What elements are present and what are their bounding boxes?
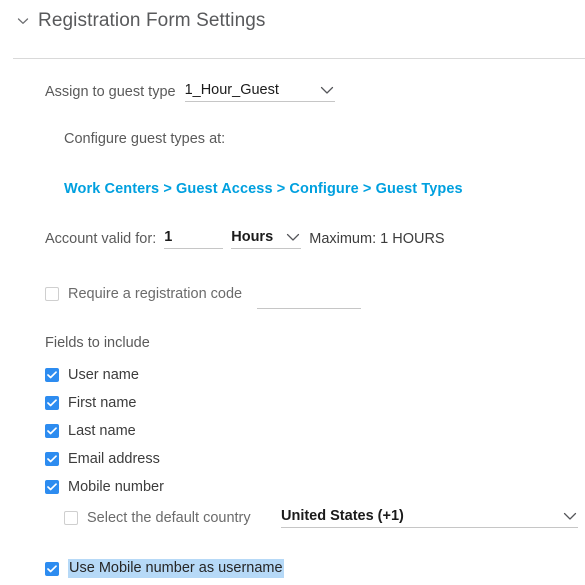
field-checkbox-last-name[interactable]: Last name xyxy=(45,423,136,439)
checkbox-checked-icon[interactable] xyxy=(45,480,59,494)
assign-guest-type-label: Assign to guest type xyxy=(45,84,176,100)
require-registration-code-row[interactable]: Require a registration code xyxy=(45,286,242,302)
field-label: Last name xyxy=(68,423,136,439)
require-registration-code-checkbox[interactable] xyxy=(45,287,59,301)
require-registration-code-label: Require a registration code xyxy=(68,286,243,302)
use-mobile-as-username-label: Use Mobile number as username xyxy=(68,559,284,578)
chevron-down-icon xyxy=(285,232,301,242)
field-label: User name xyxy=(68,367,139,383)
registration-form-settings-body: Assign to guest type 1_Hour_Guest Config… xyxy=(0,58,585,585)
checkbox-checked-icon[interactable] xyxy=(45,368,59,382)
select-default-country-row[interactable]: Select the default country xyxy=(64,510,251,526)
account-valid-row: Account valid for: Hours Maximum: 1 HOUR… xyxy=(45,229,445,249)
default-country-select[interactable]: United States (+1) xyxy=(281,508,578,528)
breadcrumb[interactable]: Work Centers > Guest Access > Configure … xyxy=(64,181,463,197)
guest-type-value: 1_Hour_Guest xyxy=(184,82,279,98)
field-checkbox-mobile-number[interactable]: Mobile number xyxy=(45,479,164,495)
select-default-country-label: Select the default country xyxy=(87,510,251,526)
chevron-down-icon[interactable] xyxy=(14,12,32,30)
field-checkbox-email-address[interactable]: Email address xyxy=(45,451,160,467)
field-label: Mobile number xyxy=(68,479,164,495)
assign-guest-type-row: Assign to guest type 1_Hour_Guest xyxy=(45,82,335,102)
configure-hint-row: Configure guest types at: xyxy=(64,131,225,147)
registration-code-input[interactable] xyxy=(257,289,361,309)
use-mobile-as-username-row[interactable]: Use Mobile number as username xyxy=(45,559,284,578)
checkbox-checked-icon[interactable] xyxy=(45,396,59,410)
default-country-value: United States (+1) xyxy=(281,508,404,524)
account-valid-unit-select[interactable]: Hours xyxy=(231,229,302,249)
field-checkbox-user-name[interactable]: User name xyxy=(45,367,139,383)
checkbox-checked-icon[interactable] xyxy=(45,424,59,438)
account-valid-label: Account valid for: xyxy=(45,231,157,247)
account-valid-duration-input[interactable] xyxy=(164,229,224,249)
page-title: Registration Form Settings xyxy=(38,10,266,31)
chevron-down-icon xyxy=(562,511,578,521)
select-default-country-checkbox[interactable] xyxy=(64,511,78,525)
configure-hint-text: Configure guest types at: xyxy=(64,131,226,147)
field-checkbox-first-name[interactable]: First name xyxy=(45,395,137,411)
section-header[interactable]: Registration Form Settings xyxy=(0,0,585,31)
account-valid-unit-value: Hours xyxy=(231,229,274,245)
breadcrumb-guest-types-link[interactable]: Work Centers > Guest Access > Configure … xyxy=(64,181,463,197)
field-label: First name xyxy=(68,395,137,411)
guest-type-select[interactable]: 1_Hour_Guest xyxy=(184,82,335,102)
checkbox-checked-icon[interactable] xyxy=(45,452,59,466)
use-mobile-as-username-checkbox[interactable] xyxy=(45,561,59,576)
field-label: Email address xyxy=(68,451,160,467)
fields-to-include-label: Fields to include xyxy=(45,335,150,351)
account-valid-maximum-text: Maximum: 1 HOURS xyxy=(309,231,445,247)
chevron-down-icon xyxy=(319,85,335,95)
